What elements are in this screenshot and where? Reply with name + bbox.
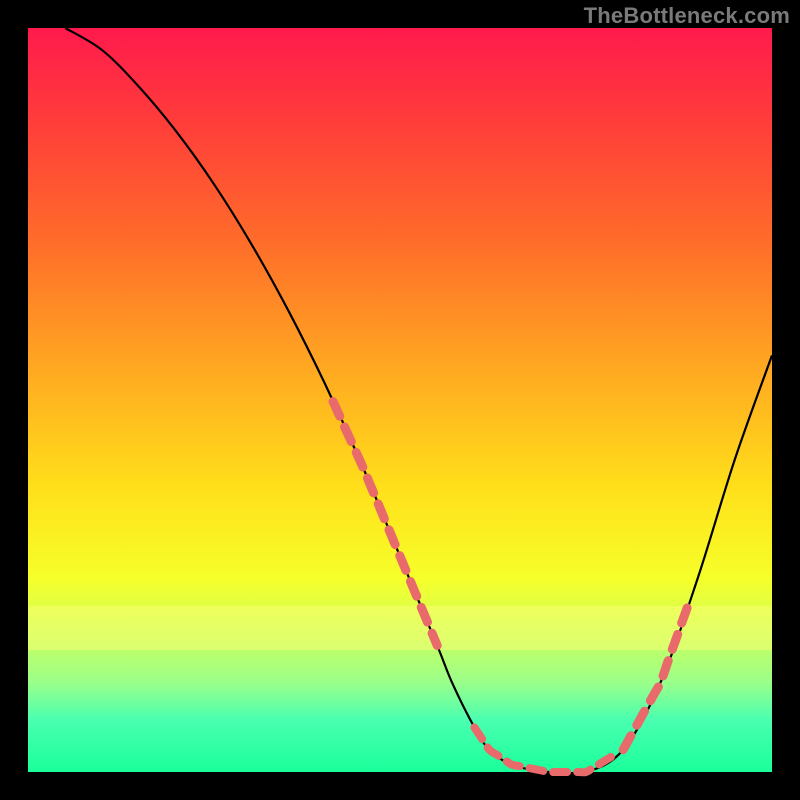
left-slope-markers — [333, 402, 437, 646]
watermark-text: TheBottleneck.com — [584, 3, 790, 29]
trough-markers — [474, 727, 615, 772]
chart-frame: TheBottleneck.com — [0, 0, 800, 800]
chart-svg — [28, 28, 772, 772]
right-slope-markers — [623, 599, 690, 749]
